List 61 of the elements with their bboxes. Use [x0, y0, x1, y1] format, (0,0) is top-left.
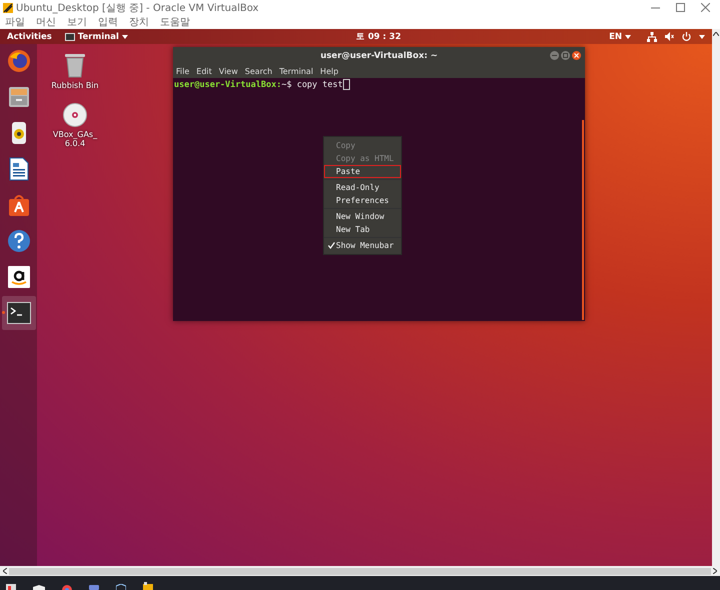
- context-menu-item[interactable]: Preferences: [324, 194, 401, 207]
- caret-icon[interactable]: [698, 34, 705, 38]
- language-menu[interactable]: EN: [609, 32, 631, 42]
- folder-icon[interactable]: [143, 582, 153, 590]
- terminal-menu-item[interactable]: Search: [244, 66, 272, 76]
- active-dock-item[interactable]: [2, 296, 36, 330]
- menu-item[interactable]: 입력: [98, 15, 118, 29]
- context-menu-item[interactable]: Read-Only: [324, 181, 401, 194]
- scroll-up-icon[interactable]: [713, 32, 719, 36]
- cube-icon[interactable]: [116, 584, 126, 590]
- terminal-icon[interactable]: [6, 302, 30, 324]
- terminal-menu-item[interactable]: Terminal: [279, 66, 314, 76]
- activities-button[interactable]: Activities: [7, 32, 52, 42]
- context-menu-item[interactable]: New Window: [324, 210, 401, 223]
- trash-can-icon[interactable]: [64, 52, 86, 78]
- close-icon[interactable]: [572, 51, 581, 60]
- globe-icon[interactable]: [6, 49, 30, 73]
- shopping-bag-icon[interactable]: [6, 193, 30, 217]
- envelope-icon[interactable]: [33, 585, 45, 590]
- terminal-menu-item[interactable]: View: [218, 66, 238, 76]
- menu-item[interactable]: 보기: [67, 15, 87, 29]
- menu-item[interactable]: 도움말: [160, 15, 190, 29]
- terminal-menu-item[interactable]: Edit: [196, 66, 212, 76]
- terminal-title: user@user-VirtualBox: ~: [320, 50, 438, 60]
- volume-icon[interactable]: [664, 32, 674, 41]
- running-indicator-icon: [2, 311, 4, 314]
- globe-icon[interactable]: [62, 585, 72, 590]
- desktop-icon-label[interactable]: Rubbish Bin: [51, 81, 99, 91]
- maximize-icon[interactable]: [676, 3, 685, 12]
- caret-icon: [122, 34, 128, 38]
- letter-a-icon[interactable]: [6, 265, 30, 289]
- menu-item[interactable]: 장치: [129, 15, 149, 29]
- checkmark-icon: [328, 242, 334, 249]
- context-menu-item[interactable]: New Tab: [324, 223, 401, 236]
- scroll-right-icon[interactable]: [713, 568, 717, 574]
- text-cursor: [342, 79, 350, 90]
- help-icon[interactable]: [6, 229, 30, 253]
- scroll-left-icon[interactable]: [3, 568, 7, 574]
- power-icon[interactable]: [682, 32, 691, 41]
- context-menu-item[interactable]: Show Menubar: [324, 239, 401, 252]
- caret-icon: [624, 34, 631, 38]
- minimize-icon[interactable]: [550, 51, 559, 60]
- app-menu[interactable]: Terminal: [64, 32, 128, 42]
- window-title: Ubuntu_Desktop [실행 중] - Oracle VM VirtualBox: [16, 2, 260, 14]
- desktop-icon-label[interactable]: VBox_GAs_6.0.4: [51, 130, 99, 149]
- app-logo-icon: [3, 2, 13, 12]
- scrollbar[interactable]: [582, 120, 584, 320]
- command-text: ~$ copy test: [281, 80, 343, 90]
- drawer-icon[interactable]: [6, 85, 30, 109]
- terminal-menu-item[interactable]: Help: [320, 66, 338, 76]
- scrollbar[interactable]: [9, 568, 711, 574]
- menu-item[interactable]: 파일: [5, 15, 25, 29]
- disc-icon[interactable]: [63, 102, 87, 127]
- terminal-icon: [64, 32, 75, 40]
- document-icon[interactable]: [6, 157, 30, 181]
- network-icon[interactable]: [646, 32, 657, 42]
- context-menu-item[interactable]: Paste: [324, 165, 401, 178]
- prompt-text: user@user-VirtualBox:: [174, 80, 282, 90]
- menu-item[interactable]: 머신: [36, 15, 56, 29]
- terminal-menu-item[interactable]: File: [176, 66, 190, 76]
- clock[interactable]: 토 09 : 32: [336, 30, 401, 42]
